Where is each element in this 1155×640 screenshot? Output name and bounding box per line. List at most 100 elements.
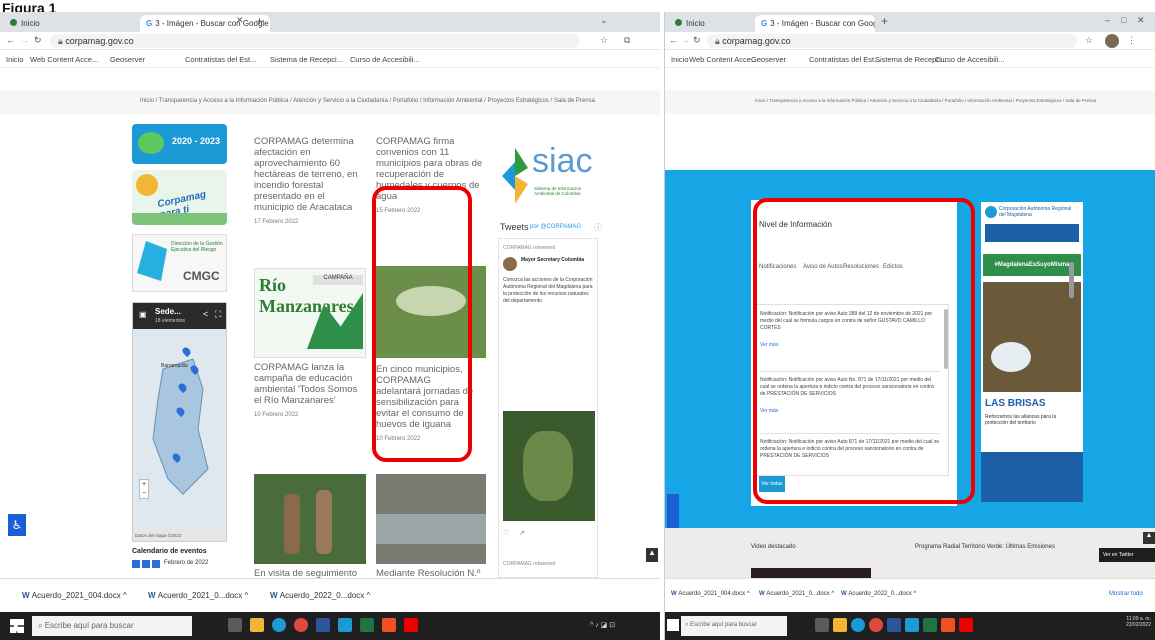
- pdf-icon[interactable]: [959, 618, 973, 632]
- siac-logo[interactable]: siac Sistema de Información Ambiental de…: [500, 142, 600, 212]
- scrollbar-thumb[interactable]: [1069, 262, 1074, 298]
- chevron-down-icon[interactable]: ⌄: [600, 15, 608, 26]
- ie-icon[interactable]: [338, 618, 352, 632]
- news-photo-people[interactable]: [254, 474, 366, 564]
- download-item[interactable]: W Acuerdo_2021_004.docx ^: [671, 591, 750, 597]
- banner-cmgc[interactable]: Dirección de la Gestión Ejecutiva del Ri…: [132, 234, 227, 292]
- news-headline[interactable]: Mediante Resolución N.º: [376, 568, 488, 578]
- tab-inicio[interactable]: Inicio: [4, 15, 74, 32]
- chrome-icon[interactable]: [294, 618, 308, 632]
- banner-corpamag-para-ti[interactable]: Corpamag para ti: [132, 170, 227, 225]
- menu-icon[interactable]: ⋮: [1127, 35, 1136, 46]
- reload-icon[interactable]: ↻: [34, 35, 42, 46]
- show-all-link[interactable]: Mostrar todo: [1109, 591, 1143, 597]
- url-field[interactable]: 🔒︎ corpamag.gov.co: [50, 34, 580, 48]
- chrome-icon[interactable]: [869, 618, 883, 632]
- taskbar-search[interactable]: ⌕ Escribe aquí para buscar: [32, 616, 192, 636]
- back-icon[interactable]: ←: [6, 35, 15, 45]
- download-item[interactable]: W Acuerdo_2021_004.docx ^: [22, 591, 127, 600]
- extensions-icon[interactable]: ⧉: [624, 35, 630, 46]
- close-tab-icon[interactable]: ✕: [236, 15, 244, 26]
- calendar-prev-button[interactable]: [132, 560, 140, 568]
- bookmark-item[interactable]: Sistema de Recepci...: [270, 55, 343, 64]
- zoom-control[interactable]: + −: [139, 479, 149, 499]
- bookmark-item[interactable]: Curso de Accesibili...: [935, 55, 1005, 64]
- news-item-1[interactable]: CORPAMAG determina afectación en aprovec…: [254, 136, 364, 228]
- map-widget[interactable]: ▣ Sede... 18 elementos < ⛶ Barranquilla …: [132, 302, 227, 542]
- poster-widget[interactable]: Corporación Autónoma Regional del Magdal…: [981, 202, 1083, 502]
- close-window-icon[interactable]: ✕: [1137, 15, 1145, 26]
- ie-icon[interactable]: [905, 618, 919, 632]
- url-field[interactable]: 🔒︎ corpamag.gov.co: [707, 34, 1077, 48]
- forward-icon[interactable]: →: [681, 35, 690, 45]
- pdf-icon[interactable]: [404, 618, 418, 632]
- star-icon[interactable]: ☆: [600, 35, 608, 46]
- minimize-icon[interactable]: –: [1105, 15, 1110, 25]
- news-headline[interactable]: CORPAMAG lanza la campaña de educación a…: [254, 362, 364, 406]
- windows-start-icon[interactable]: [667, 619, 679, 631]
- avatar[interactable]: [503, 257, 517, 271]
- fullscreen-icon[interactable]: ⛶: [215, 309, 221, 320]
- download-item[interactable]: W Acuerdo_2021_0...docx ^: [148, 591, 248, 600]
- forward-icon[interactable]: →: [20, 35, 29, 45]
- campaign-image[interactable]: Río Manzanares CAMPAÑA: [254, 268, 366, 358]
- tweets-by[interactable]: por @CORPAMAG: [530, 224, 581, 230]
- tweet-author[interactable]: Mayor Secretary Colombia: [521, 257, 595, 263]
- banner-2020-2023[interactable]: 2020 - 2023: [132, 124, 227, 164]
- news-item-3[interactable]: CORPAMAG lanza la campaña de educación a…: [254, 362, 364, 421]
- calendar-next-button[interactable]: [152, 560, 160, 568]
- twitter-button[interactable]: Ver en Twitter: [1099, 548, 1155, 562]
- new-tab-icon[interactable]: +: [881, 14, 888, 28]
- back-icon[interactable]: ←: [669, 35, 678, 45]
- tray-icons[interactable]: ^ ♪ ◪ ⊡: [590, 621, 615, 629]
- excel-icon[interactable]: [923, 618, 937, 632]
- tab-inicio[interactable]: Inicio: [669, 15, 729, 32]
- scroll-top-icon[interactable]: ▲: [646, 548, 658, 562]
- accessibility-icon[interactable]: [667, 494, 679, 528]
- news-headline[interactable]: En visita de seguimiento: [254, 568, 366, 578]
- download-item[interactable]: W Acuerdo_2022_0...docx ^: [270, 591, 370, 600]
- task-view-icon[interactable]: [815, 618, 829, 632]
- bookmark-item[interactable]: Web Content Acce...: [689, 55, 757, 64]
- bookmark-item[interactable]: Geoserver: [751, 55, 786, 64]
- word-icon[interactable]: [316, 618, 330, 632]
- share-icon[interactable]: ↗: [519, 529, 525, 537]
- bookmark-item[interactable]: Inicio: [671, 55, 689, 64]
- accessibility-icon[interactable]: ♿︎: [8, 514, 26, 536]
- edge-icon[interactable]: [851, 618, 865, 632]
- system-clock[interactable]: 11:09 a. m. 22/02/2022: [1085, 616, 1151, 628]
- bookmark-item[interactable]: Inicio: [6, 55, 24, 64]
- taskbar-search[interactable]: ⌕ Escribe aquí para buscar: [681, 616, 787, 636]
- bookmark-item[interactable]: Curso de Accesibili...: [350, 55, 420, 64]
- task-view-icon[interactable]: [228, 618, 242, 632]
- maximize-icon[interactable]: □: [1121, 15, 1126, 25]
- scroll-top-icon[interactable]: ▲: [1143, 532, 1155, 544]
- profile-avatar[interactable]: [1105, 34, 1119, 48]
- office-icon[interactable]: [382, 618, 396, 632]
- download-item[interactable]: W Acuerdo_2022_0...docx ^: [841, 591, 916, 597]
- word-icon[interactable]: [887, 618, 901, 632]
- info-icon[interactable]: ⓘ: [594, 222, 602, 233]
- reload-icon[interactable]: ↻: [693, 35, 701, 46]
- news-headline[interactable]: CORPAMAG determina afectación en aprovec…: [254, 136, 364, 213]
- excel-icon[interactable]: [360, 618, 374, 632]
- star-icon[interactable]: ☆: [1085, 35, 1093, 46]
- download-item[interactable]: W Acuerdo_2021_0...docx ^: [759, 591, 834, 597]
- share-icon[interactable]: <: [203, 309, 208, 319]
- office-icon[interactable]: [941, 618, 955, 632]
- news-photo-river[interactable]: [376, 474, 486, 564]
- windows-start-icon[interactable]: [10, 619, 24, 633]
- twitter-feed[interactable]: CORPAMAG retweeted Mayor Secretary Colom…: [498, 238, 598, 578]
- bookmark-item[interactable]: Geoserver: [110, 55, 145, 64]
- bookmark-item[interactable]: Contratistas del Est...: [185, 55, 256, 64]
- calendar-today-button[interactable]: [142, 560, 150, 568]
- reply-icon[interactable]: ♡: [503, 529, 509, 537]
- bookmark-item[interactable]: Web Content Acce...: [30, 55, 98, 64]
- bookmark-item[interactable]: Contratistas del Est...: [809, 55, 880, 64]
- file-explorer-icon[interactable]: [250, 618, 264, 632]
- map-menu-icon[interactable]: ▣: [139, 310, 147, 319]
- file-explorer-icon[interactable]: [833, 618, 847, 632]
- edge-icon[interactable]: [272, 618, 286, 632]
- tab-google[interactable]: G3 - Imágen - Buscar con Google: [755, 15, 875, 32]
- tweet-image[interactable]: [503, 411, 595, 521]
